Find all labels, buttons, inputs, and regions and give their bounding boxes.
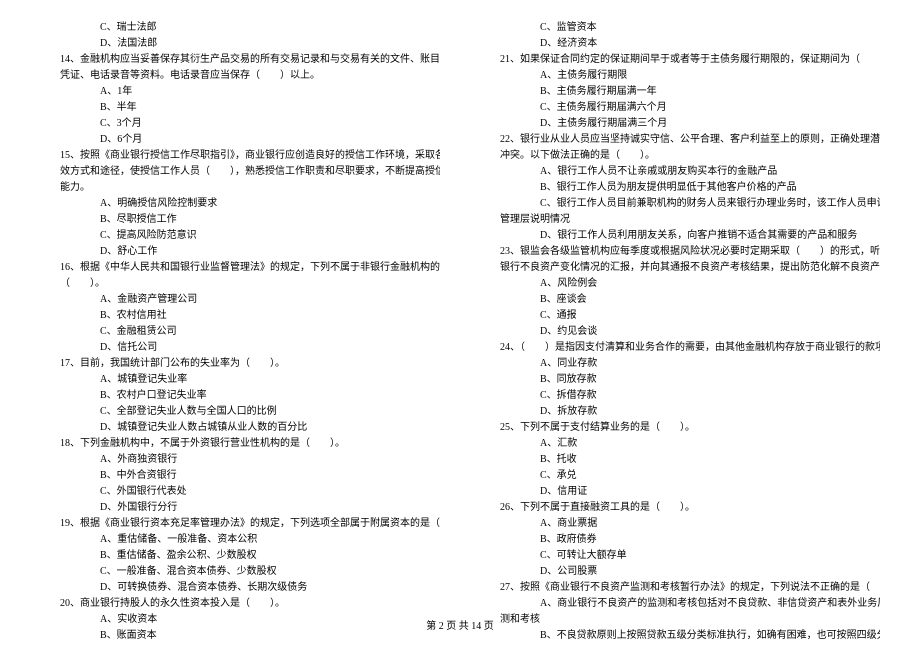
right-line: 22、银行业从业人员应当坚持诚实守信、公平合理、客户利益至上的原则，正确处理潜在…	[480, 132, 880, 148]
left-line: 17、目前，我国统计部门公布的失业率为（ ）。	[40, 356, 440, 372]
right-line: B、座谈会	[480, 292, 880, 308]
left-line: D、6个月	[40, 132, 440, 148]
left-line: C、3个月	[40, 116, 440, 132]
right-line: A、银行工作人员不让亲戚或朋友购买本行的金融产品	[480, 164, 880, 180]
left-line: B、农村信用社	[40, 308, 440, 324]
right-line: D、银行工作人员利用朋友关系，向客户推销不适合其需要的产品和服务	[480, 228, 880, 244]
right-line: 冲突。以下做法正确的是（ ）。	[480, 148, 880, 164]
left-line: A、金融资产管理公司	[40, 292, 440, 308]
left-line: A、明确授信风险控制要求	[40, 196, 440, 212]
right-line: D、约见会谈	[480, 324, 880, 340]
right-line: B、不良贷款原则上按照贷款五级分类标准执行，如确有困难，也可按照四级分类标准执行	[480, 628, 880, 644]
left-line: C、一般准备、混合资本债券、少数股权	[40, 564, 440, 580]
left-line: D、法国法郎	[40, 36, 440, 52]
right-line: 23、银监会各级监管机构应每季度或根据风险状况必要时定期采取（ ）的形式，听取辖…	[480, 244, 880, 260]
left-line: D、外国银行分行	[40, 500, 440, 516]
right-line: D、主债务履行期届满三个月	[480, 116, 880, 132]
right-line: A、商业票据	[480, 516, 880, 532]
right-line: C、主债务履行期届满六个月	[480, 100, 880, 116]
right-line: A、商业银行不良资产的监测和考核包括对不良贷款、非信贷资产和表外业务风险的全面监	[480, 596, 880, 612]
right-line: 测和考核	[480, 612, 880, 628]
right-line: B、主债务履行期届满一年	[480, 84, 880, 100]
right-line: B、托收	[480, 452, 880, 468]
left-line: B、农村户口登记失业率	[40, 388, 440, 404]
left-line: C、瑞士法郎	[40, 20, 440, 36]
right-line: B、同放存款	[480, 372, 880, 388]
right-line: 25、下列不属于支付结算业务的是（ ）。	[480, 420, 880, 436]
left-line: C、金融租赁公司	[40, 324, 440, 340]
left-line: A、实收资本	[40, 612, 440, 628]
right-line: D、信用证	[480, 484, 880, 500]
left-line: A、1年	[40, 84, 440, 100]
left-line: D、舒心工作	[40, 244, 440, 260]
right-line: C、通报	[480, 308, 880, 324]
left-line: C、提高风险防范意识	[40, 228, 440, 244]
left-line: D、城镇登记失业人数占城镇从业人数的百分比	[40, 420, 440, 436]
right-line: C、可转让大额存单	[480, 548, 880, 564]
left-line: A、重估储备、一般准备、资本公积	[40, 532, 440, 548]
left-line: D、可转换债券、混合资本债券、长期次级债务	[40, 580, 440, 596]
left-line: 19、根据《商业银行资本充足率管理办法》的规定，下列选项全部属于附属资本的是（ …	[40, 516, 440, 532]
left-line: 能力。	[40, 180, 440, 196]
left-line: 18、下列金融机构中，不属于外资银行营业性机构的是（ ）。	[40, 436, 440, 452]
right-line: 24、（ ）是指因支付清算和业务合作的需要，由其他金融机构存放于商业银行的款项。	[480, 340, 880, 356]
right-line: C、拆借存款	[480, 388, 880, 404]
right-line: 银行不良资产变化情况的汇报，并向其通报不良资产考核结果，提出防范化解不良资产的意…	[480, 260, 880, 276]
left-line: B、中外合资银行	[40, 468, 440, 484]
left-line: C、外国银行代表处	[40, 484, 440, 500]
left-line: （ ）。	[40, 276, 440, 292]
exam-page: C、瑞士法郎D、法国法郎14、金融机构应当妥善保存其衍生产品交易的所有交易记录和…	[0, 0, 920, 620]
right-line: C、银行工作人员目前兼职机构的财务人员来银行办理业务时，该工作人员申请回避，并向	[480, 196, 880, 212]
left-line: 20、商业银行持股人的永久性资本投入是（ ）。	[40, 596, 440, 612]
left-line: B、半年	[40, 100, 440, 116]
right-line: A、汇款	[480, 436, 880, 452]
right-line: 管理层说明情况	[480, 212, 880, 228]
right-line: D、公司股票	[480, 564, 880, 580]
left-line: A、城镇登记失业率	[40, 372, 440, 388]
left-line: 14、金融机构应当妥善保存其衍生产品交易的所有交易记录和与交易有关的文件、账目、…	[40, 52, 440, 68]
left-line: C、全部登记失业人数与全国人口的比例	[40, 404, 440, 420]
right-line: D、拆放存款	[480, 404, 880, 420]
right-line: B、政府债券	[480, 532, 880, 548]
right-line: C、监管资本	[480, 20, 880, 36]
left-column: C、瑞士法郎D、法国法郎14、金融机构应当妥善保存其衍生产品交易的所有交易记录和…	[40, 20, 460, 610]
right-line: C、承兑	[480, 468, 880, 484]
left-line: 凭证、电话录音等资料。电话录音应当保存（ ）以上。	[40, 68, 440, 84]
right-column: C、监管资本D、经济资本21、如果保证合同约定的保证期间早于或者等于主债务履行期…	[460, 20, 880, 610]
left-line: 16、根据《中华人民共和国银行业监督管理法》的规定，下列不属于非银行金融机构的是	[40, 260, 440, 276]
left-line: 效方式和途径，使授信工作人员（ ），熟悉授信工作职责和尽职要求，不断提高授信工作	[40, 164, 440, 180]
right-line: 27、按照《商业银行不良资产监测和考核暂行办法》的规定，下列说法不正确的是（ ）…	[480, 580, 880, 596]
right-line: 21、如果保证合同约定的保证期间早于或者等于主债务履行期限的，保证期间为（ ）。	[480, 52, 880, 68]
left-line: B、尽职授信工作	[40, 212, 440, 228]
left-line: D、信托公司	[40, 340, 440, 356]
right-line: 26、下列不属于直接融资工具的是（ ）。	[480, 500, 880, 516]
left-line: B、账面资本	[40, 628, 440, 644]
right-line: A、风险例会	[480, 276, 880, 292]
right-line: D、经济资本	[480, 36, 880, 52]
right-line: B、银行工作人员为朋友提供明显低于其他客户价格的产品	[480, 180, 880, 196]
left-line: 15、按照《商业银行授信工作尽职指引》，商业银行应创造良好的授信工作环境，采取各…	[40, 148, 440, 164]
left-line: B、重估储备、盈余公积、少数股权	[40, 548, 440, 564]
right-line: A、同业存款	[480, 356, 880, 372]
left-line: A、外商独资银行	[40, 452, 440, 468]
right-line: A、主债务履行期限	[480, 68, 880, 84]
